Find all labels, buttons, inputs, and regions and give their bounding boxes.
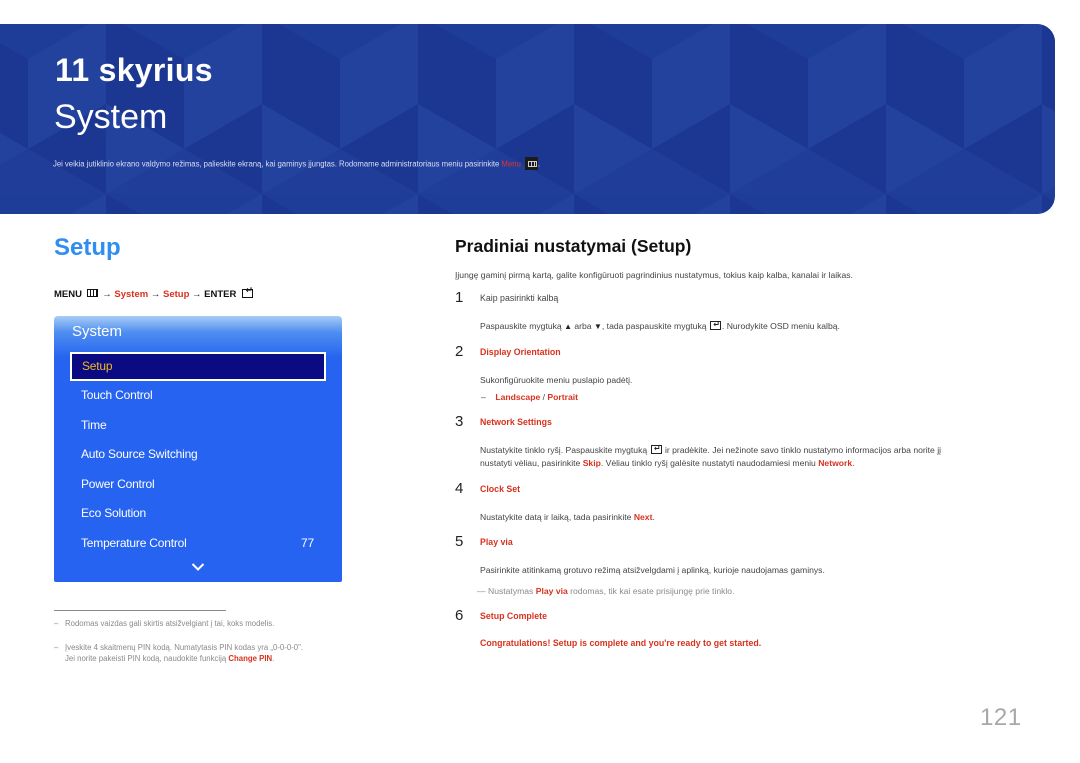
osd-item-time[interactable]: Time: [54, 411, 342, 441]
osd-item-label: Temperature Control: [81, 535, 187, 550]
step-text: . Vėliau tinklo ryšį galėsite nustatyti …: [600, 458, 819, 468]
chapter-number: 11 skyrius: [55, 52, 213, 88]
osd-item-touch-control[interactable]: Touch Control: [54, 381, 342, 411]
enter-key-icon: [242, 285, 254, 298]
step-number: 2: [455, 343, 464, 360]
section-title: Setup: [54, 234, 121, 261]
step-text: Nustatykite datą ir laiką, tada pasirink…: [480, 512, 634, 522]
chevron-down-icon[interactable]: [191, 562, 205, 572]
step-heading-play-via[interactable]: Play via: [480, 537, 513, 547]
chapter-banner: 11 skyrius System Jei veikia jutiklinio …: [0, 24, 1055, 214]
breadcrumb: MENU → System → Setup → ENTER: [54, 285, 254, 300]
note-text: Nustatymas: [485, 586, 536, 596]
breadcrumb-system[interactable]: System: [114, 289, 148, 300]
page-number: 121: [980, 704, 1022, 731]
osd-system-menu: System Setup Touch Control Time Auto Sou…: [54, 316, 342, 582]
menu-key-icon: [524, 157, 538, 170]
step-number: 3: [455, 413, 464, 430]
step-number: 5: [455, 533, 464, 550]
step-text: , tada paspauskite mygtuką: [601, 321, 709, 331]
breadcrumb-arrow: →: [102, 289, 112, 300]
osd-title: System: [72, 323, 123, 340]
osd-item-power-control[interactable]: Power Control: [54, 470, 342, 500]
menu-key-icon: [86, 289, 98, 298]
skip-link[interactable]: Skip: [583, 458, 601, 468]
option-dash: –: [481, 392, 486, 402]
breadcrumb-arrow: →: [150, 289, 161, 300]
step-body: Sukonfigūruokite meniu puslapio padėtį.: [480, 375, 633, 385]
play-via-link[interactable]: Play via: [536, 586, 568, 596]
footnote-pin: – Įveskite 4 skaitmenų PIN kodą. Numatyta…: [54, 642, 303, 664]
step-body: Paspauskite mygtuką ▲ arba ▼, tada paspa…: [480, 318, 840, 333]
breadcrumb-setup[interactable]: Setup: [163, 289, 189, 300]
step-number: 4: [455, 480, 464, 497]
step-heading-display-orientation[interactable]: Display Orientation: [480, 347, 561, 357]
step-body: Nustatykite tinklo ryšį. Paspauskite myg…: [480, 442, 942, 470]
osd-item-auto-source-switching[interactable]: Auto Source Switching: [54, 440, 342, 470]
osd-item-setup[interactable]: Setup: [70, 352, 326, 381]
footnote-text: .: [272, 654, 275, 663]
footnote-text: Rodomas vaizdas gali skirtis atsižvelgia…: [65, 619, 275, 628]
note-text: rodomas, tik kai esate prisijungę prie t…: [567, 586, 735, 596]
next-link[interactable]: Next: [634, 512, 653, 522]
footnote-divider: [54, 610, 226, 611]
osd-item-label: Power Control: [81, 476, 155, 491]
intro-text: Įjungę gaminį pirmą kartą, galite konfig…: [455, 270, 853, 280]
step-number: 6: [455, 607, 464, 624]
down-arrow-icon: ▼: [593, 322, 602, 331]
step-text: . Nurodykite OSD meniu kalbą.: [721, 321, 840, 331]
footnote-text: Jei norite pakeisti PIN kodą, naudokite …: [65, 654, 229, 663]
step-heading: Kaip pasirinkti kalbą: [480, 293, 559, 303]
osd-item-temperature-control[interactable]: Temperature Control 77: [54, 529, 342, 559]
breadcrumb-enter: ENTER: [204, 289, 237, 300]
step-heading-clock-set[interactable]: Clock Set: [480, 484, 520, 494]
step-heading-network-settings[interactable]: Network Settings: [480, 417, 552, 427]
osd-item-value: 77: [301, 535, 314, 550]
step-text: Nustatykite tinklo ryšį. Paspauskite myg…: [480, 445, 650, 455]
step-body: Nustatykite datą ir laiką, tada pasirink…: [480, 511, 655, 524]
option-landscape[interactable]: Landscape: [495, 392, 540, 402]
enter-key-icon: [709, 318, 721, 331]
enter-key-icon: [650, 442, 662, 455]
step-text: .: [652, 512, 655, 522]
step-text: nustatyti vėliau, pasirinkite: [480, 458, 583, 468]
osd-item-label: Eco Solution: [81, 506, 146, 521]
step-text: Paspauskite mygtuką: [480, 321, 565, 331]
subsection-title: Pradiniai nustatymai (Setup): [455, 236, 692, 256]
osd-item-label: Touch Control: [81, 388, 153, 402]
step-heading-setup-complete[interactable]: Setup Complete: [480, 611, 547, 621]
description-text: Jei veikia jutiklinio ekrano valdymo rež…: [53, 159, 502, 169]
step-body: Pasirinkite atitinkamą grotuvo režimą at…: [480, 565, 825, 575]
breadcrumb-arrow: →: [192, 289, 202, 300]
step-text: arba: [572, 321, 594, 331]
network-link[interactable]: Network: [818, 458, 852, 468]
step-number: 1: [455, 289, 464, 306]
footnote-dash: –: [54, 643, 59, 652]
osd-item-label: Setup: [82, 359, 113, 373]
osd-menu-list: Setup Touch Control Time Auto Source Swi…: [54, 352, 342, 559]
step-text: .: [852, 458, 855, 468]
osd-item-label: Time: [81, 417, 107, 432]
footnote-model: – Rodomas vaizdas gali skirtis atsižvelgi…: [54, 618, 274, 629]
orientation-options: – Landscape / Portrait: [481, 391, 578, 404]
description-end: .: [537, 159, 540, 169]
up-arrow-icon: ▲: [564, 322, 572, 331]
footnote-dash: –: [54, 619, 59, 628]
chapter-title: System: [54, 98, 168, 136]
menu-link[interactable]: Menu: [501, 160, 520, 169]
setup-complete-message: Congratulations! Setup is complete and y…: [480, 638, 762, 648]
footnote-text: Įveskite 4 skaitmenų PIN kodą. Numatytas…: [65, 643, 304, 652]
step-text: ir pradėkite. Jei nežinote savo tinklo n…: [662, 445, 942, 455]
play-via-note: — Nustatymas Play via rodomas, tik kai e…: [477, 585, 734, 598]
breadcrumb-menu: MENU: [54, 289, 82, 300]
option-portrait[interactable]: Portrait: [547, 392, 578, 402]
osd-item-eco-solution[interactable]: Eco Solution: [54, 499, 342, 529]
osd-item-label: Auto Source Switching: [81, 447, 198, 462]
change-pin-link[interactable]: Change PIN: [228, 654, 272, 663]
chapter-description: Jei veikia jutiklinio ekrano valdymo rež…: [53, 157, 540, 171]
note-dash: —: [477, 586, 486, 596]
